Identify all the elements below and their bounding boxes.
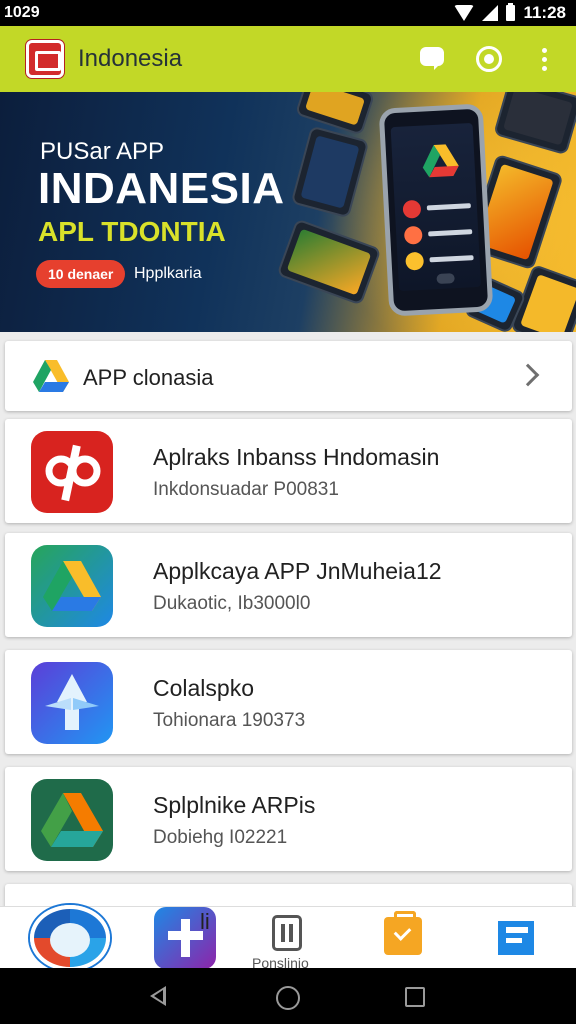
- app-name: Splplnike ARPis: [153, 792, 316, 818]
- status-icons: 11:28: [454, 3, 566, 23]
- banner-subheadline: APL TDONTIA: [38, 216, 226, 247]
- chevron-right-icon[interactable]: [516, 363, 540, 387]
- wifi-icon: [454, 5, 475, 21]
- signal-icon: [482, 5, 499, 21]
- recent-apps-icon[interactable]: [405, 987, 425, 1007]
- promo-banner[interactable]: PUSar APP INDANESIA APL TDONTIA 10 denae…: [0, 92, 576, 332]
- more-options-icon[interactable]: [532, 44, 556, 74]
- phone-list-row: [402, 197, 479, 219]
- arrow-star-icon: [31, 662, 113, 744]
- system-nav-bar: [0, 968, 576, 1024]
- app-list-item[interactable]: Splplnike ARPis Dobiehg I02221: [5, 767, 572, 871]
- phone-list-row: [403, 223, 481, 245]
- status-bar: 1029 11:28: [0, 0, 576, 26]
- app-list-item[interactable]: Aplraks Inbanss Hndomasin Inkdonsuadar P…: [5, 419, 572, 523]
- google-drive-icon: [422, 144, 459, 178]
- phone-home-button: [436, 273, 455, 285]
- app-name: Colalspko: [153, 675, 254, 701]
- banner-headline: INDANESIA: [38, 164, 285, 213]
- status-left-text: 1029: [4, 4, 40, 21]
- partial-label: li: [200, 909, 210, 934]
- home-icon[interactable]: [276, 986, 300, 1010]
- f-logo-icon[interactable]: [498, 921, 534, 955]
- pause-icon[interactable]: [272, 915, 302, 951]
- whatsapp-icon[interactable]: [474, 44, 504, 74]
- chat-icon[interactable]: [418, 44, 448, 74]
- battery-icon: [506, 3, 516, 21]
- back-icon[interactable]: [150, 986, 166, 1006]
- google-drive-icon: [31, 779, 113, 861]
- banner-badge[interactable]: 10 denaer: [36, 260, 126, 288]
- app-logo-icon: [26, 40, 64, 78]
- bottom-nav: li Ponslinio: [0, 905, 576, 971]
- section-title: APP clonasia: [83, 365, 214, 390]
- app-name: Applkcaya APP JnMuheia12: [153, 558, 442, 584]
- app-subtitle: Inkdonsuadar P00831: [153, 479, 339, 500]
- app-list-item[interactable]: Applkcaya APP JnMuheia12 Dukaotic, Ib300…: [5, 533, 572, 637]
- app-name: Aplraks Inbanss Hndomasin: [153, 444, 440, 470]
- banner-phone: [378, 103, 494, 317]
- status-time: 11:28: [523, 3, 566, 22]
- section-header-card[interactable]: APP clonasia: [5, 341, 572, 411]
- app-list-item[interactable]: Colalspko Tohionara 190373: [5, 650, 572, 754]
- app-title: Indonesia: [78, 45, 183, 72]
- phone-list-row: [405, 249, 482, 271]
- app-subtitle: Dobiehg I02221: [153, 827, 288, 848]
- app-subtitle: Dukaotic, Ib3000l0: [153, 593, 311, 614]
- app-bar: Indonesia: [0, 26, 576, 92]
- banner-note: Hpplkaria: [134, 265, 202, 282]
- browser-icon[interactable]: [30, 905, 110, 971]
- google-drive-icon: [33, 360, 69, 392]
- banner-line1: PUSar APP: [40, 138, 165, 165]
- task-bag-icon[interactable]: [384, 911, 422, 955]
- app-red-logo-icon: [31, 431, 113, 513]
- google-drive-icon: [31, 545, 113, 627]
- app-subtitle: Tohionara 190373: [153, 710, 306, 731]
